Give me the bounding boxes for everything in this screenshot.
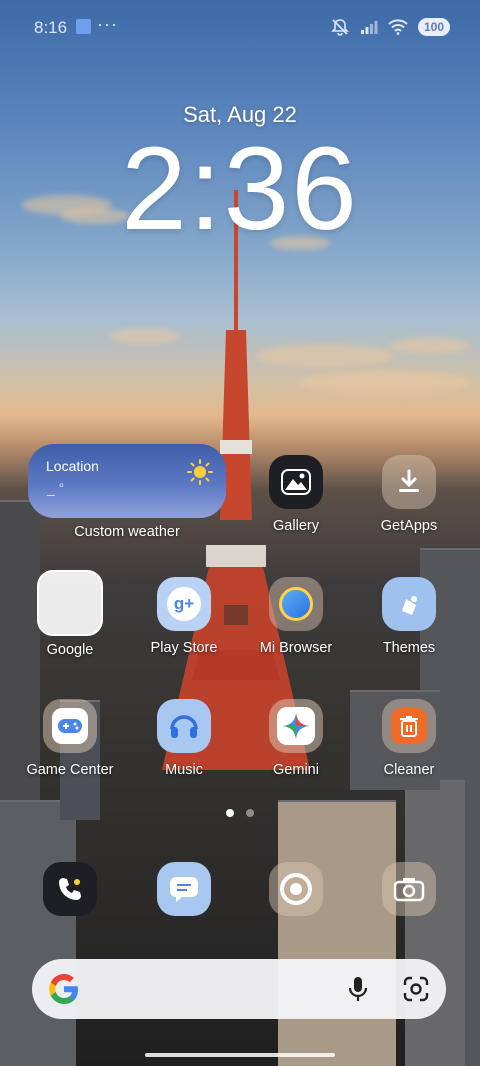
google-search-bar[interactable] (32, 959, 446, 1019)
weather-temperature: _ ° (47, 480, 65, 496)
gallery-icon (269, 455, 323, 509)
google-logo-icon (49, 974, 78, 1004)
page-dot-active[interactable] (226, 809, 234, 817)
app-label: Cleaner (383, 762, 435, 778)
brush-icon (382, 577, 436, 631)
status-bar: 8:16 ··· 100 (0, 0, 480, 56)
app-label: Google (46, 642, 94, 658)
folder-icon (37, 570, 103, 636)
google-lens-icon[interactable] (402, 975, 430, 1003)
battery-indicator: 100 (418, 18, 450, 36)
app-label: Mi Browser (259, 640, 333, 656)
trash-icon (382, 699, 436, 753)
page-indicator[interactable] (226, 809, 254, 817)
app-label: Game Center (26, 762, 114, 778)
sun-icon (187, 459, 213, 485)
dock-chrome[interactable] (241, 862, 351, 916)
microphone-icon[interactable] (346, 975, 370, 1003)
signal-icon (361, 21, 378, 34)
headphones-icon (157, 699, 211, 753)
home-gesture-bar[interactable] (145, 1053, 335, 1057)
more-notifications-icon: ··· (97, 14, 118, 34)
camera-icon (382, 862, 436, 916)
app-play-store[interactable]: g+ Play Store (129, 577, 239, 656)
mute-icon (331, 19, 349, 36)
app-themes[interactable]: Themes (354, 577, 464, 656)
chrome-icon (269, 862, 323, 916)
app-label: Gemini (273, 762, 319, 778)
weather-location: Location (46, 458, 99, 474)
phone-icon (43, 862, 97, 916)
dock-phone[interactable] (15, 862, 125, 916)
app-getapps[interactable]: GetApps (354, 455, 464, 534)
gamepad-icon (43, 699, 97, 753)
app-label: Play Store (150, 640, 218, 656)
browser-icon (269, 577, 323, 631)
weather-widget-label: Custom weather (74, 524, 180, 540)
gemini-icon (269, 699, 323, 753)
folder-google[interactable]: Google (15, 570, 125, 658)
play-store-icon: g+ (157, 577, 211, 631)
app-label: Music (165, 762, 203, 778)
app-gallery[interactable]: Gallery (241, 455, 351, 534)
dock-camera[interactable] (354, 862, 464, 916)
app-label: GetApps (380, 518, 438, 534)
dock-messaging[interactable] (129, 862, 239, 916)
app-label: Themes (382, 640, 436, 656)
app-music[interactable]: Music (129, 699, 239, 778)
weather-widget[interactable]: Location _ ° (28, 444, 226, 518)
message-icon (157, 862, 211, 916)
lockscreen-clock: 2:36 (121, 123, 359, 255)
wifi-icon (388, 19, 408, 35)
app-mi-browser[interactable]: Mi Browser (241, 577, 351, 656)
page-dot[interactable] (246, 809, 254, 817)
download-icon (382, 455, 436, 509)
app-label: Gallery (273, 518, 319, 534)
status-time: 8:16 (34, 18, 68, 37)
notification-square-icon (76, 19, 91, 34)
app-cleaner[interactable]: Cleaner (354, 699, 464, 778)
app-game-center[interactable]: Game Center (15, 699, 125, 778)
app-gemini[interactable]: Gemini (241, 699, 351, 778)
